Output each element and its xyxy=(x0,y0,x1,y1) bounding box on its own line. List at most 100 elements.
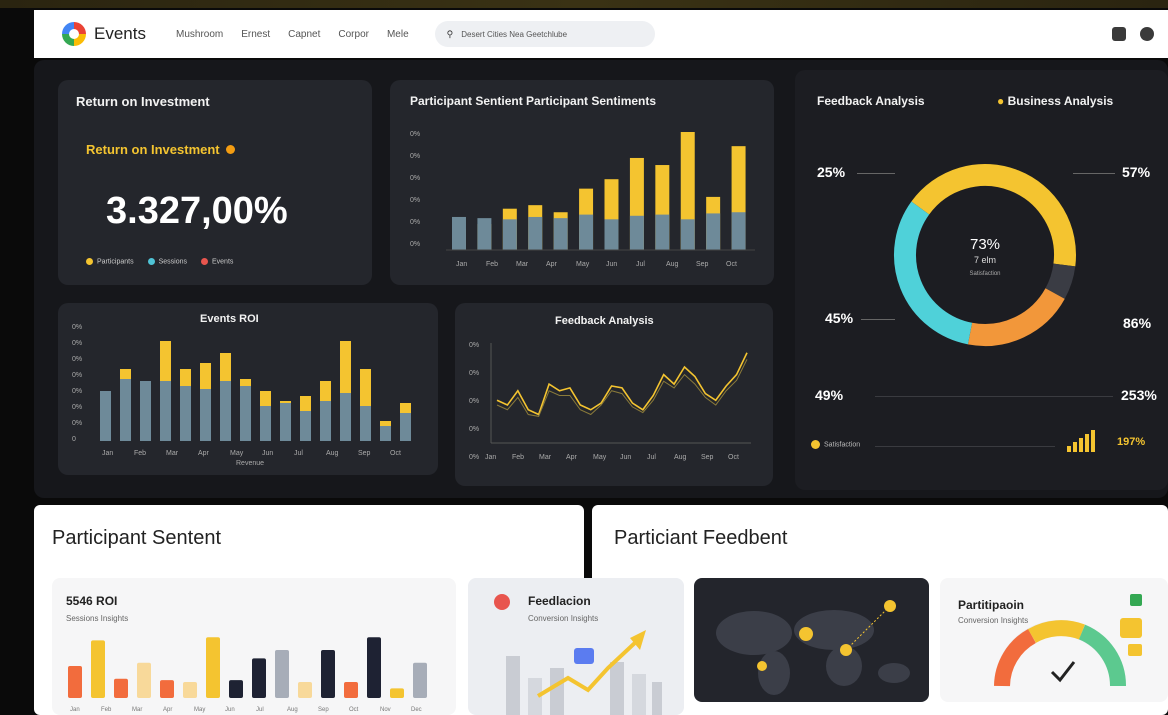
bar-blue xyxy=(140,381,151,441)
bar-blue xyxy=(400,413,411,441)
bar-blue xyxy=(220,381,231,441)
nav-link-5[interactable]: Mele xyxy=(387,29,409,40)
roi-card-title: Return on Investment xyxy=(76,94,210,109)
bar-blue xyxy=(629,215,644,250)
feedback-line-chart: 0% 0% 0% 0% 0% Jan Feb Mar Apr May Jun Jul Aug Sep Oct xyxy=(469,342,751,461)
x-tick-label: May xyxy=(194,707,205,713)
roi-subtitle: Return on Investment xyxy=(86,142,235,157)
world-map xyxy=(716,600,910,695)
lower-bar xyxy=(298,682,312,698)
x-tick-label: Jul xyxy=(294,450,303,457)
events-roi-card[interactable]: Events ROI 0% 0% 0% 0% 0% 0% 0% 0 Jan Feb Mar Apr Ma… xyxy=(58,303,438,475)
nav-link-3[interactable]: Capnet xyxy=(288,29,320,40)
x-tick-label: Oct xyxy=(349,707,359,713)
roi-legend-item: Events xyxy=(200,258,233,265)
y-tick-label: 0% xyxy=(72,324,82,331)
x-tick-label: Jul xyxy=(647,454,656,461)
badge-icon xyxy=(1120,618,1142,638)
donut-legend-label: Satisfaction xyxy=(824,441,861,449)
trend-bar xyxy=(610,662,624,715)
y-tick-label: 0% xyxy=(410,131,420,138)
gauge-segment xyxy=(1078,624,1127,687)
section-title-right: Particiant Feedbent xyxy=(614,527,788,549)
y-tick-label: 0% xyxy=(469,398,479,405)
settings-icon[interactable] xyxy=(1112,27,1126,41)
trend-bar xyxy=(632,674,646,715)
pct-label-mid-right: 86% xyxy=(1123,315,1152,331)
x-tick-label: Mar xyxy=(166,450,179,457)
roi-card[interactable]: Return on Investment Return on Investmen… xyxy=(58,80,372,285)
lower-bar xyxy=(229,680,243,698)
y-tick-label: 0% xyxy=(410,175,420,182)
bar-blue xyxy=(200,389,211,441)
trend-bar xyxy=(550,668,564,715)
y-tick-label: 0% xyxy=(469,426,479,433)
x-tick-label: Mar xyxy=(539,454,552,461)
x-tick-label: Oct xyxy=(728,454,739,461)
leader-line xyxy=(1073,173,1115,174)
profile-icon[interactable] xyxy=(1140,27,1154,41)
bar-blue xyxy=(380,426,391,441)
nav-link-4[interactable]: Corpor xyxy=(338,29,369,40)
nav-link-2[interactable]: Ernest xyxy=(241,29,270,40)
bar-blue xyxy=(340,393,351,441)
lower-bar xyxy=(252,658,266,698)
bar-blue xyxy=(680,219,695,250)
x-tick-label: Aug xyxy=(326,450,339,457)
leader-line xyxy=(875,396,1113,397)
feedlacion-card[interactable]: Feedlacion Conversion Insights xyxy=(468,578,684,715)
bar-blue xyxy=(477,218,492,250)
participation-card[interactable]: Partitipaoin Conversion Insights xyxy=(940,578,1168,702)
roi-legend-item: Sessions xyxy=(147,258,187,265)
x-tick-label: Jun xyxy=(225,707,235,713)
nav-link-1[interactable]: Mushroom xyxy=(176,29,223,40)
x-tick-label: Feb xyxy=(134,450,146,457)
events-roi-bar-chart: 0% 0% 0% 0% 0% 0% 0% 0 Jan Feb Mar Apr May Jun Jul Aug S… xyxy=(72,324,411,467)
lower-bar xyxy=(137,662,151,698)
y-tick-label: 0% xyxy=(72,388,82,395)
y-tick-label: 0% xyxy=(469,454,479,461)
y-tick-label: 0% xyxy=(410,153,420,160)
donut-center-sub: 7 elm xyxy=(974,255,996,265)
search-input[interactable]: ⚲ Desert Cities Nea Geetchlube xyxy=(434,21,655,47)
lower-bar xyxy=(114,678,128,698)
bar-blue xyxy=(300,411,311,441)
feedback-donut-chart: 73% 7 elm Satisfaction xyxy=(894,164,1076,346)
feedback-donut-panel[interactable]: Feedback Analysis ● Business Analysis 73… xyxy=(795,70,1168,490)
x-tick-label: May xyxy=(576,261,590,268)
lower-roi-card[interactable]: 5546 ROI Sessions Insights Jan Feb Mar Apr M… xyxy=(52,578,456,715)
app-logo-icon[interactable] xyxy=(62,22,86,46)
bar-blue xyxy=(120,379,131,441)
world-map-card[interactable] xyxy=(694,578,929,702)
continent-shape xyxy=(878,663,910,683)
bar-blue xyxy=(528,216,543,250)
y-tick-label: 0% xyxy=(72,404,82,411)
lower-bar xyxy=(91,640,105,698)
trend-bar xyxy=(652,682,662,715)
x-tick-label: Aug xyxy=(287,707,298,713)
lower-bar xyxy=(367,637,381,698)
sentiment-chart-card[interactable]: Participant Sentient Participant Sentime… xyxy=(390,80,774,285)
feedback-line-card[interactable]: Feedback Analysis 0% 0% 0% 0% 0% Jan Feb Mar Apr… xyxy=(455,303,773,486)
x-tick-label: Jul xyxy=(636,261,645,268)
lower-bar xyxy=(68,666,82,698)
x-tick-label: Jan xyxy=(102,450,113,457)
lower-bar xyxy=(183,682,197,698)
y-tick-label: 0% xyxy=(410,219,420,226)
x-tick-label: Jun xyxy=(606,261,617,268)
x-tick-label: Aug xyxy=(666,261,679,268)
brand-name[interactable]: Events xyxy=(94,24,146,44)
mini-bars-icon xyxy=(1067,428,1107,452)
y-tick-label: 0% xyxy=(72,372,82,379)
bar-blue xyxy=(320,401,331,441)
donut-center-value: 73% xyxy=(970,236,1000,253)
lower-bar xyxy=(321,650,335,698)
lower-bar xyxy=(344,682,358,698)
bar-blue xyxy=(604,219,619,250)
x-tick-label: Jan xyxy=(485,454,496,461)
x-tick-label: Mar xyxy=(516,261,529,268)
x-tick-label: Sep xyxy=(358,450,371,457)
donut-slice xyxy=(1045,263,1076,299)
bar-blue xyxy=(280,403,291,441)
roi-value: 3.327,00% xyxy=(106,190,288,232)
